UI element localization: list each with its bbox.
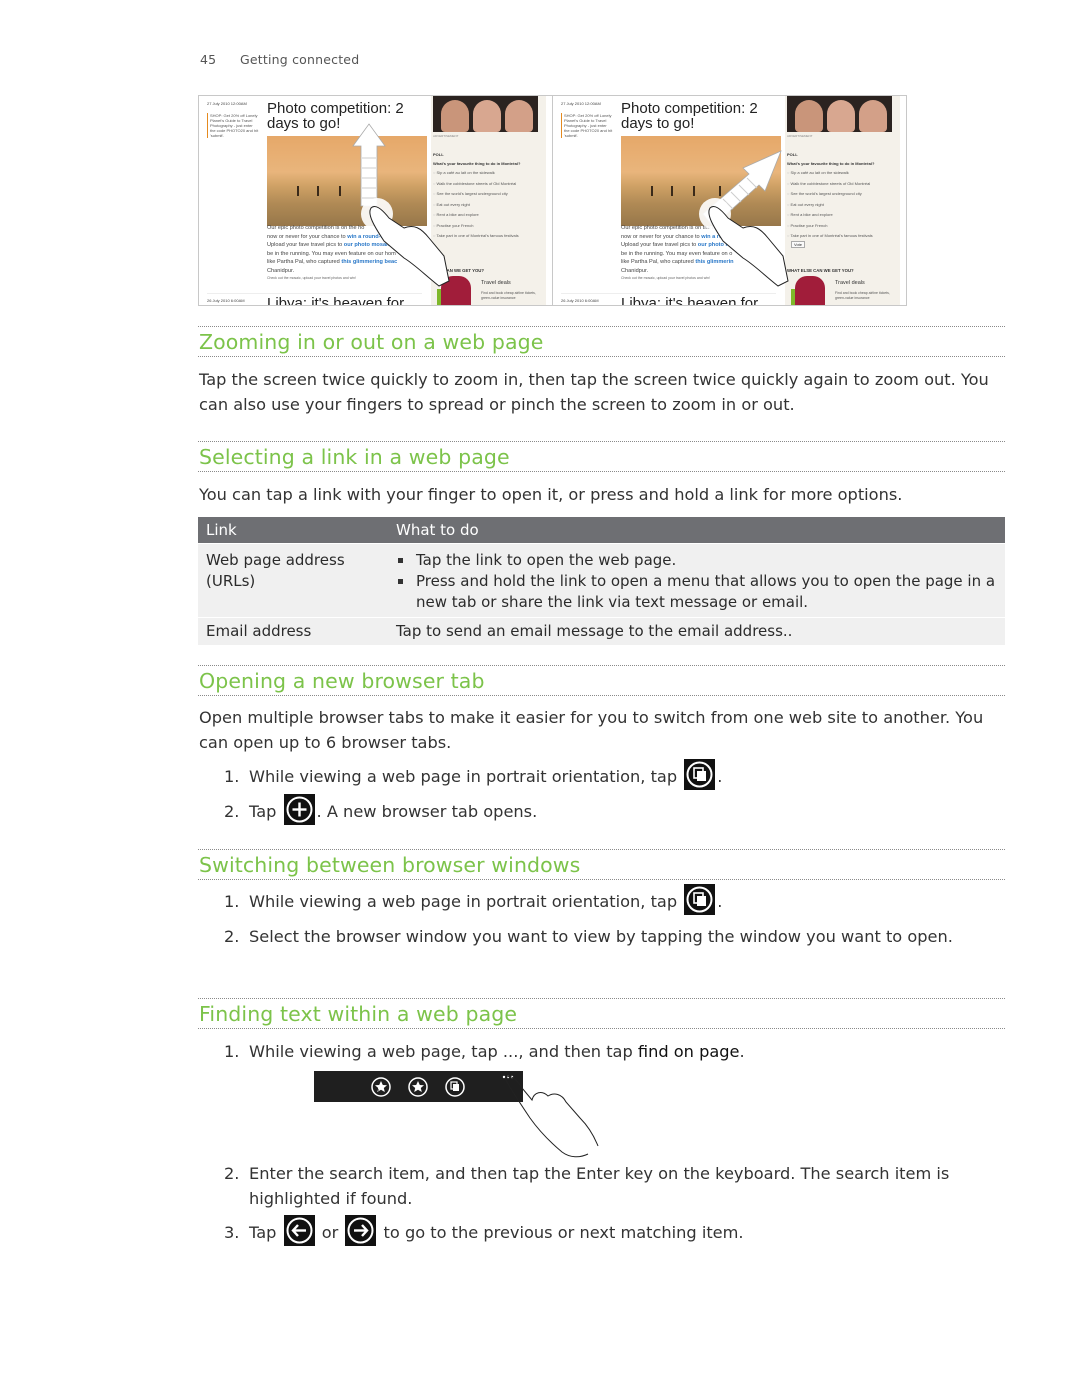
divider: [198, 471, 1005, 472]
screenshot-zoom-gesture-diagonal: 27 July 2010 12:00AM SHOP: Get 20% off L…: [552, 95, 907, 306]
bullet-item: Press and hold the link to open a menu t…: [396, 571, 1005, 613]
tabs-icon: [684, 759, 716, 790]
step-item: 2. Enter the search item, and then tap th…: [224, 1164, 950, 1208]
section-title-find: Finding text within a web page: [199, 1002, 518, 1026]
swipe-up-gesture-icon: [352, 123, 450, 287]
section-title-switch: Switching between browser windows: [199, 853, 581, 877]
find-on-page-label: find on page: [637, 1042, 740, 1061]
divider: [198, 879, 1005, 880]
step-item: 1. While viewing a web page in portrait o…: [224, 759, 1004, 790]
divider: [198, 998, 1005, 999]
divider: [198, 849, 1005, 850]
divider: [198, 665, 1005, 666]
next-arrow-icon: [345, 1215, 377, 1246]
step-item: 2. Select the browser window you want to …: [224, 927, 953, 946]
divider: [198, 326, 1005, 327]
column-header-link: Link: [206, 521, 237, 539]
step-item: 3. Tap or to go to the previous or next m…: [224, 1215, 1004, 1246]
link-actions-table: Link What to do Web page address (URLs) T…: [198, 517, 1005, 645]
new-tab-description: Open multiple browser tabs to make it ea…: [199, 708, 984, 752]
table-row: Web page address (URLs) Tap the link to o…: [198, 543, 1005, 617]
favorites-icon[interactable]: [408, 1077, 428, 1097]
section-title-new-tab: Opening a new browser tab: [199, 669, 485, 693]
previous-arrow-icon: [283, 1215, 315, 1246]
add-icon: [283, 794, 315, 825]
select-link-description: You can tap a link with your finger to o…: [199, 485, 903, 504]
section-title-select-link: Selecting a link in a web page: [199, 445, 510, 469]
screenshot-zoom-gesture-vertical: 27 July 2010 12:00AM SHOP: Get 20% off L…: [198, 95, 553, 306]
column-header-action: What to do: [396, 521, 479, 539]
tap-hand-icon: [504, 1075, 599, 1158]
chapter-title: Getting connected: [240, 52, 360, 67]
divider: [198, 1028, 1005, 1029]
page-number: 45: [200, 52, 217, 67]
tabs-icon: [684, 884, 716, 915]
zoom-description: Tap the screen twice quickly to zoom in,…: [199, 370, 989, 414]
tabs-icon[interactable]: [445, 1077, 465, 1097]
divider: [198, 441, 1005, 442]
step-item: 2. Tap . A new browser tab opens.: [224, 794, 1004, 825]
bullet-item: Tap the link to open the web page.: [396, 550, 1005, 571]
add-favorite-icon[interactable]: [371, 1077, 391, 1097]
divider: [198, 695, 1005, 696]
table-header: Link What to do: [198, 517, 1005, 543]
table-row: Email address Tap to send an email messa…: [198, 617, 1005, 645]
step-item: 1. While viewing a web page, tap ..., and…: [224, 1042, 745, 1061]
section-title-zoom: Zooming in or out on a web page: [199, 330, 544, 354]
divider: [198, 356, 1005, 357]
page-header: 45 Getting connected: [200, 52, 359, 67]
swipe-diagonal-gesture-icon: [699, 150, 789, 287]
step-item: 1. While viewing a web page in portrait o…: [224, 884, 1004, 915]
